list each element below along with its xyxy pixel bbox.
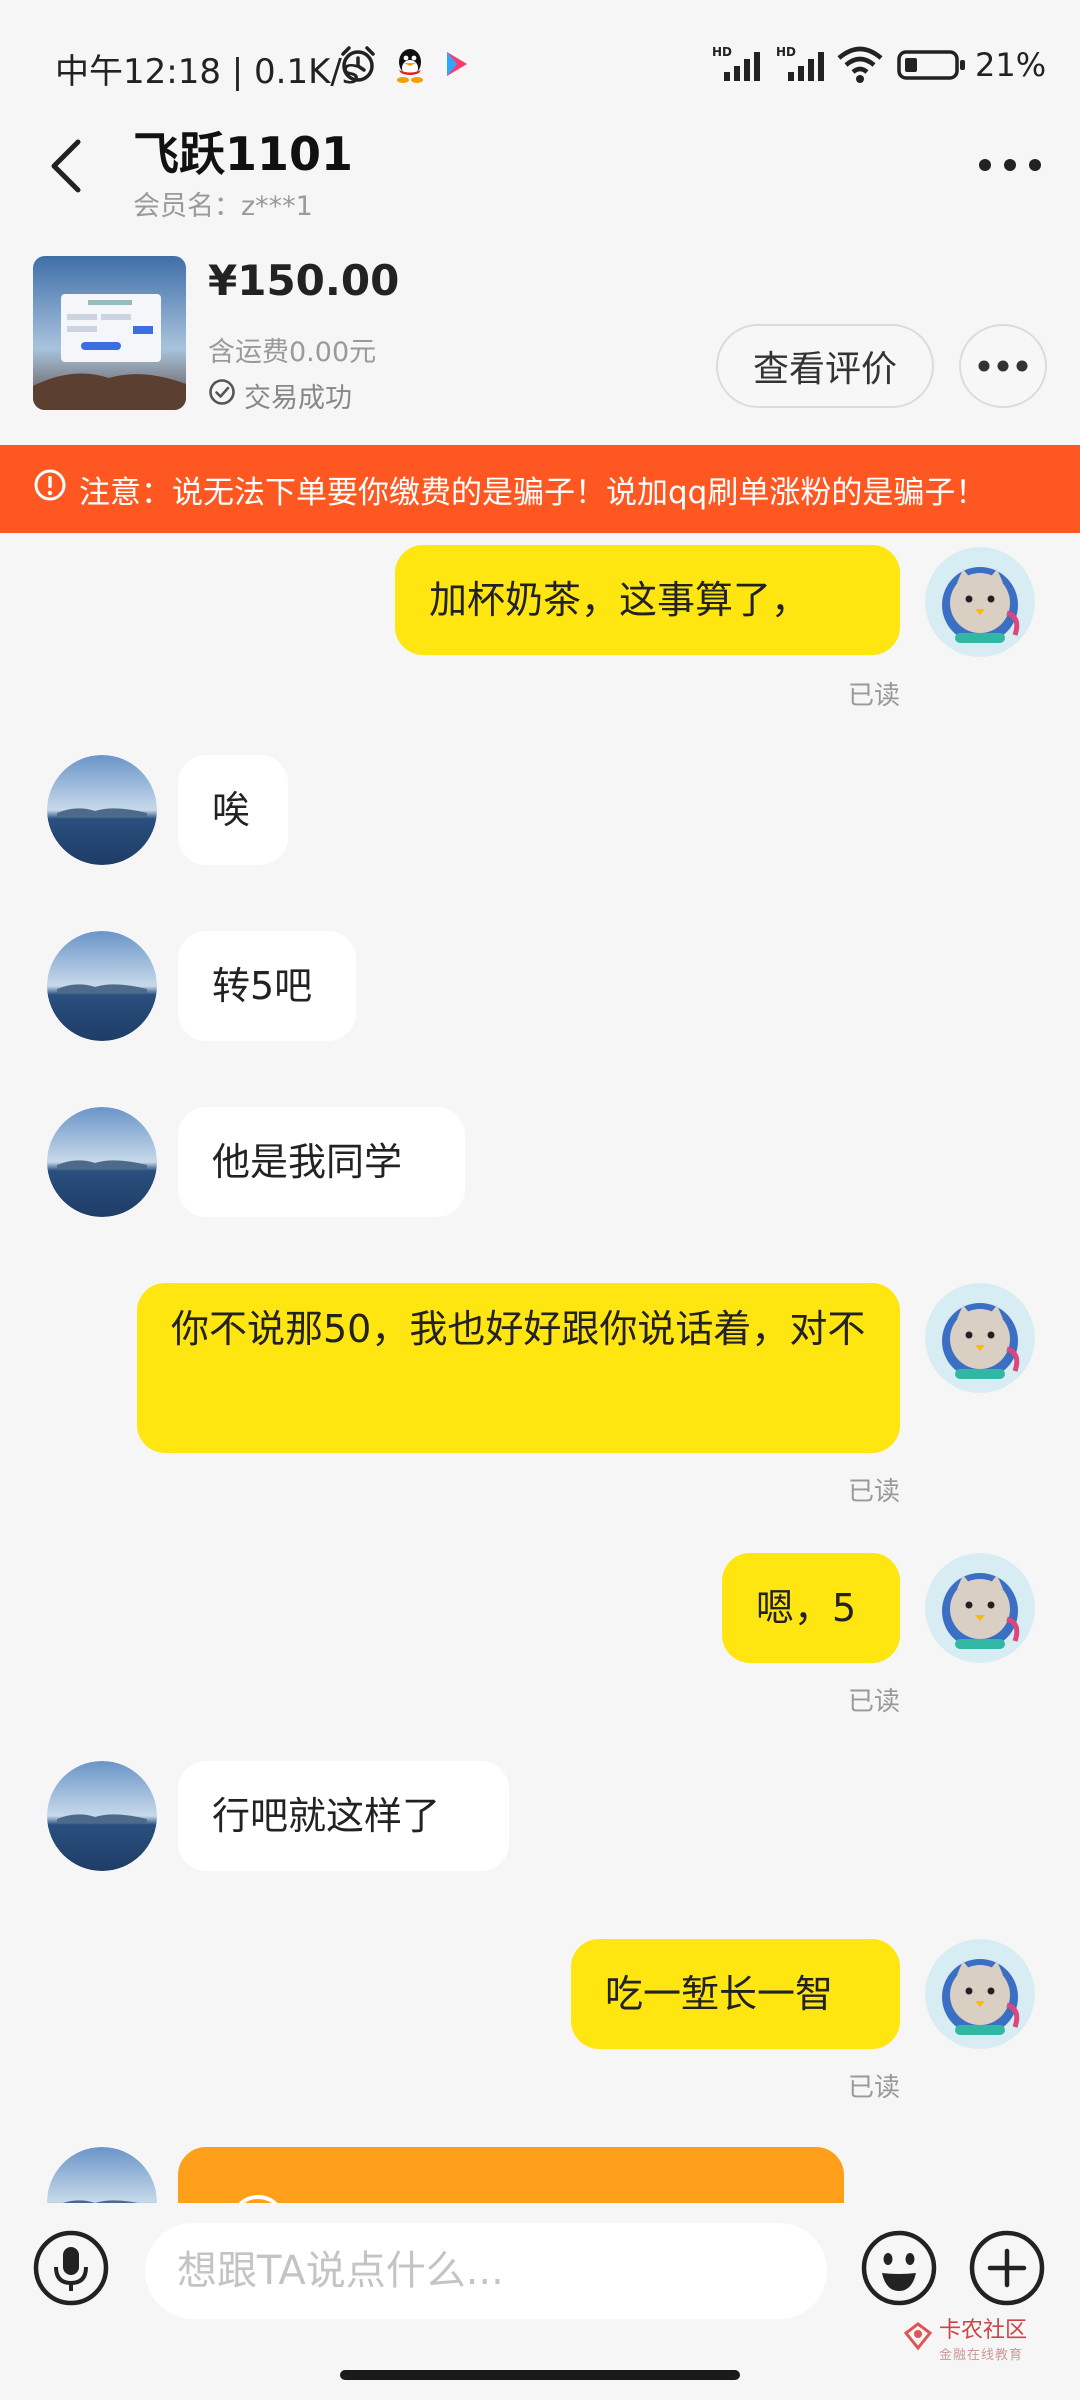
plus-button[interactable] xyxy=(968,2229,1046,2307)
view-review-button[interactable]: 查看评价 xyxy=(716,324,934,408)
microphone-button[interactable] xyxy=(32,2229,110,2307)
member-name: 会员名：z***1 xyxy=(133,191,313,222)
my-message-bubble[interactable]: 你不说那50，我也好好跟你说话着，对不 xyxy=(137,1283,900,1453)
more-options-button[interactable] xyxy=(975,145,1045,185)
read-receipt: 已读 xyxy=(848,2073,901,2103)
watermark-title: 卡农社区 xyxy=(939,2318,1028,2343)
their-message-bubble[interactable]: 行吧就这样了 xyxy=(178,1761,509,1871)
my-message-bubble[interactable]: 吃一堑长一智 xyxy=(571,1939,900,2049)
watermark: 卡农社区 金融在线教育 xyxy=(903,2312,1027,2363)
status-bar: 中午12:18 | 0.1K/s HD HD 21% xyxy=(0,0,1080,130)
my-avatar[interactable] xyxy=(925,1283,1035,1393)
chat-message-list[interactable]: 加杯奶茶，这事算了， 已读 唉 转5吧 他是我同学 你不说那50，我也好好跟你说… xyxy=(0,533,1080,2203)
battery-icon xyxy=(897,48,967,86)
their-avatar[interactable] xyxy=(47,931,157,1041)
my-avatar[interactable] xyxy=(925,1553,1035,1663)
check-circle-icon xyxy=(208,378,236,413)
their-avatar[interactable] xyxy=(47,2147,157,2203)
shipping-fee: 含运费0.00元 xyxy=(208,337,377,368)
back-button[interactable] xyxy=(42,128,92,204)
trade-status-label: 交易成功 xyxy=(244,383,352,414)
their-avatar[interactable] xyxy=(47,1761,157,1871)
my-message-bubble[interactable]: 嗯，5 xyxy=(722,1553,900,1663)
wifi-icon xyxy=(836,46,884,88)
signal-icon: HD xyxy=(776,44,832,88)
their-message-bubble[interactable]: 转5吧 xyxy=(178,931,356,1041)
status-time-speed: 中午12:18 | 0.1K/s xyxy=(55,52,360,92)
scam-warning-banner: 注意：说无法下单要你缴费的是骗子！说加qq刷单涨粉的是骗子！ xyxy=(0,445,1080,533)
read-receipt: 已读 xyxy=(848,681,901,711)
home-indicator[interactable] xyxy=(340,2370,740,2380)
qq-icon xyxy=(392,44,428,88)
warning-text: 注意：说无法下单要你缴费的是骗子！说加qq刷单涨粉的是骗子！ xyxy=(79,474,987,511)
their-avatar[interactable] xyxy=(47,1107,157,1217)
message-input[interactable] xyxy=(145,2223,827,2319)
their-message-bubble[interactable]: 唉 xyxy=(178,755,288,865)
signal-icon: HD xyxy=(712,44,768,88)
svg-text:HD: HD xyxy=(712,45,732,59)
my-message-bubble[interactable]: 加杯奶茶，这事算了， xyxy=(395,545,900,655)
watermark-logo-icon xyxy=(903,2321,933,2355)
trade-status: 交易成功 xyxy=(208,376,352,415)
alarm-icon xyxy=(338,44,378,88)
transfer-icon xyxy=(238,2195,278,2203)
battery-percent: 21% xyxy=(975,46,1047,84)
product-thumbnail[interactable] xyxy=(33,256,186,410)
chat-title: 飞跃1101 xyxy=(133,127,354,181)
read-receipt: 已读 xyxy=(848,1477,901,1507)
my-avatar[interactable] xyxy=(925,1939,1035,2049)
read-receipt: 已读 xyxy=(848,1687,901,1717)
exclamation-circle-icon xyxy=(33,468,67,510)
watermark-subtitle: 金融在线教育 xyxy=(939,2348,1024,2363)
product-more-button[interactable] xyxy=(959,324,1047,408)
transfer-card-bubble[interactable] xyxy=(178,2147,844,2203)
their-avatar[interactable] xyxy=(47,755,157,865)
app-notification-icon xyxy=(442,48,472,84)
their-message-bubble[interactable]: 他是我同学 xyxy=(178,1107,465,1217)
emoji-button[interactable] xyxy=(860,2229,938,2307)
product-price: ¥150.00 xyxy=(208,256,400,305)
my-avatar[interactable] xyxy=(925,547,1035,657)
svg-text:HD: HD xyxy=(776,45,796,59)
